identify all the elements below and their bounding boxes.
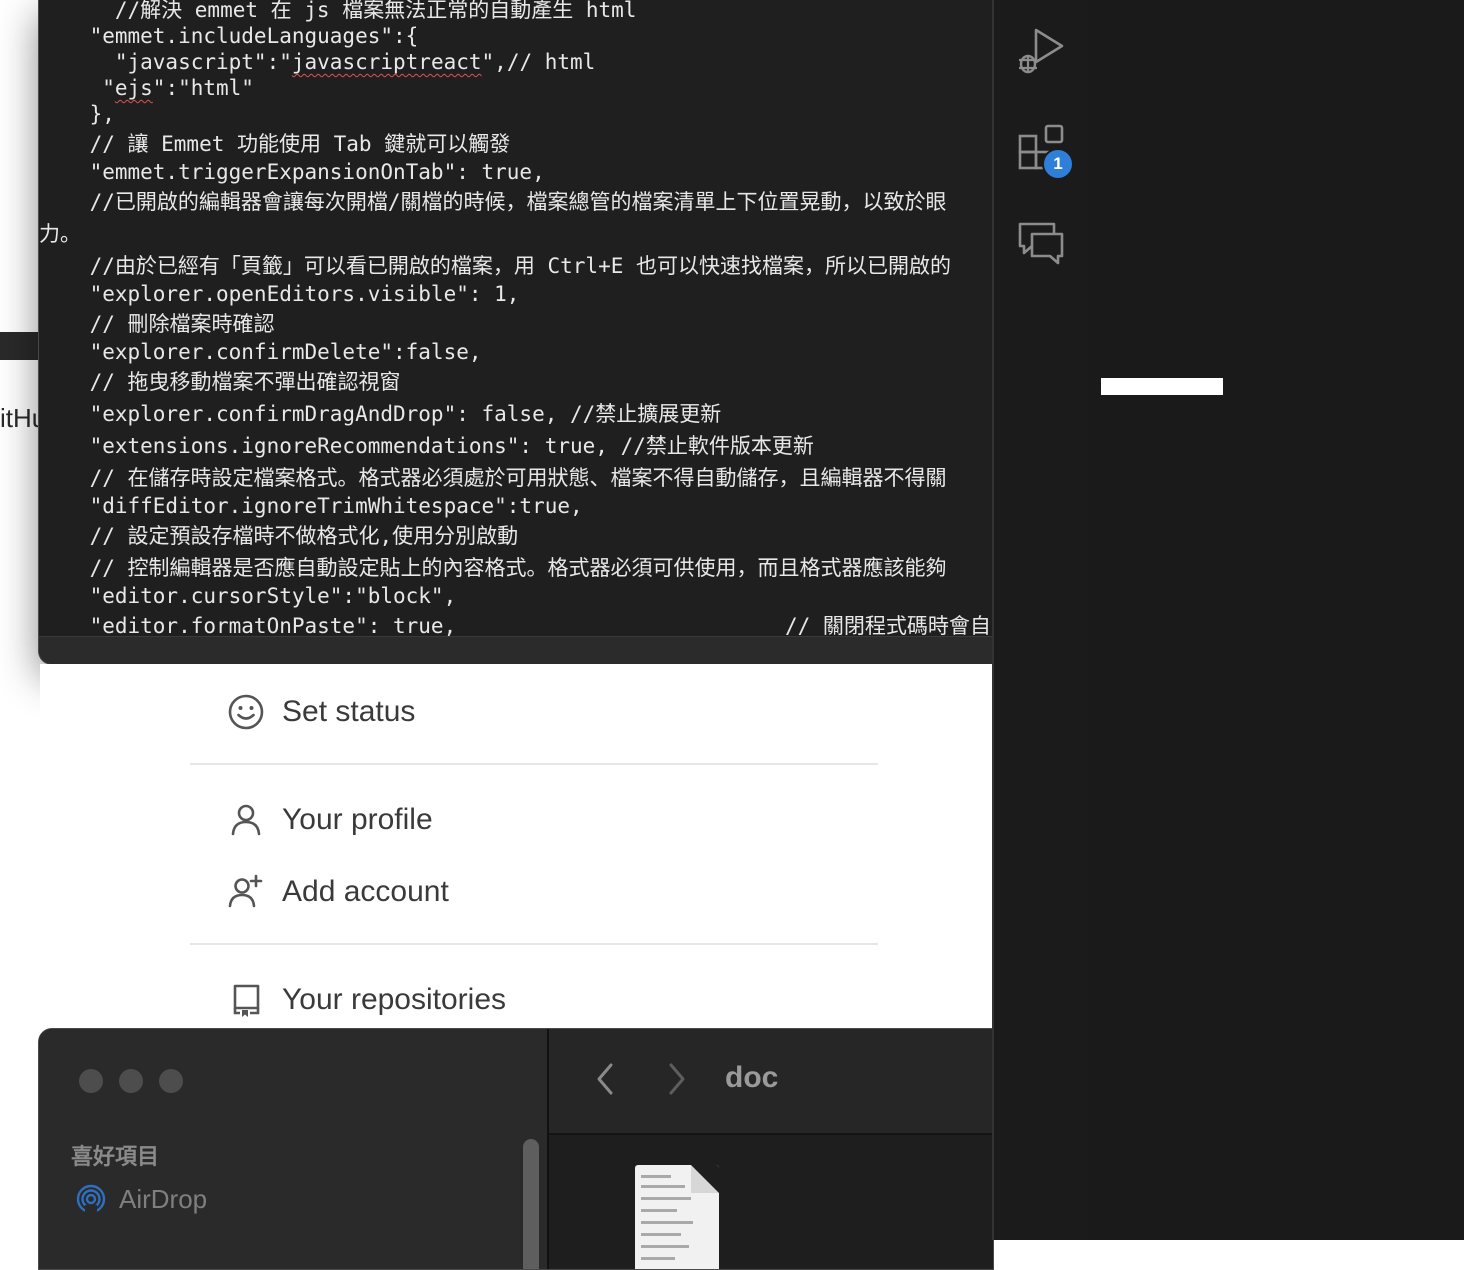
code-line: "explorer.confirmDragAndDrop": false, //… [39,402,722,426]
spelling-error-word: ejs [114,76,153,100]
side-panel [1088,0,1464,1240]
back-chevron-icon[interactable] [591,1059,621,1099]
folder-title: doc [725,1061,779,1094]
finder-content [549,1135,993,1269]
close-window-button[interactable] [79,1069,103,1093]
code-line: "ejs":"html" [39,76,254,100]
code-segment: "javascript":" [39,50,292,74]
airdrop-label: AirDrop [119,1183,208,1214]
code-line: "emmet.triggerExpansionOnTab": true, [39,160,545,184]
code-line: "emmet.includeLanguages":{ [39,24,419,48]
file-thumbnail[interactable] [635,1165,719,1269]
thumb-line [641,1175,671,1178]
code-line: 力。 [39,222,81,246]
github-account-menu: Set status Your profile Add account Your… [40,664,992,1028]
your-repositories-item[interactable]: Your repositories [226,980,506,1020]
code-line: // 設定預設存檔時不做格式化,使用分別啟動 [39,524,519,548]
code-line: // 在儲存時設定檔案格式。格式器必須處於可用狀態、檔案不得自動儲存，且編輯器不… [39,466,947,490]
highlight-bar [1101,378,1223,395]
code-line: "explorer.confirmDelete":false, [39,340,482,364]
code-line: "diffEditor.ignoreTrimWhitespace":true, [39,494,583,518]
thumb-line [641,1245,689,1248]
airdrop-icon [76,1184,106,1215]
sidebar-scrollbar[interactable] [523,1139,539,1269]
extensions-badge: 1 [1042,148,1074,180]
code-segment: ":"html" [152,76,254,100]
code-line: "extensions.ignoreRecommendations": true… [39,434,814,458]
menu-divider [190,763,878,765]
thumb-line [641,1185,685,1188]
thumb-line [641,1257,675,1260]
code-editor-window: //解決 emmet 在 js 檔案無法正常的自動產生 html "emmet.… [38,0,993,665]
code-line: //解決 emmet 在 js 檔案無法正常的自動產生 html [39,0,637,22]
repo-icon [233,984,260,1017]
set-status-item[interactable]: Set status [226,692,415,732]
code-segment: " [39,76,115,100]
zoom-window-button[interactable] [159,1069,183,1093]
set-status-label: Set status [282,695,416,728]
run-debug-icon[interactable] [1016,24,1068,76]
code-line: "javascript":"javascriptreact",// html [39,50,595,74]
thumb-line [641,1209,677,1212]
code-area[interactable]: //解決 emmet 在 js 檔案無法正常的自動產生 html "emmet.… [39,0,993,636]
minimize-window-button[interactable] [119,1069,143,1093]
your-repositories-label: Your repositories [282,983,507,1016]
add-account-label: Add account [282,875,449,908]
finder-window: 喜好項目 AirDrop doc [38,1028,994,1270]
menu-divider [190,943,878,945]
code-line: // 控制編輯器是否應自動設定貼上的內容格式。格式器必須可供使用，而且格式器應該… [39,556,947,580]
code-line: "editor.cursorStyle":"block", [39,584,457,608]
thumb-line [641,1197,691,1200]
smiley-icon [228,694,264,730]
your-profile-item[interactable]: Your profile [226,800,433,840]
sidebar-item-airdrop[interactable]: AirDrop [75,1183,207,1215]
code-line: //已開啟的編輯器會讓每次開檔/關檔的時候，檔案總管的檔案清單上下位置晃動，以致… [39,190,947,214]
code-line: }, [39,102,115,126]
activity-bar: 1 [992,0,1090,1240]
code-line: "explorer.openEditors.visible": 1, [39,282,520,306]
add-account-item[interactable]: Add account [226,872,449,912]
thumb-line [641,1221,693,1224]
person-icon [231,804,261,836]
spelling-error-word: javascriptreact [291,50,482,74]
background-window-strip [0,332,40,360]
code-line: // 刪除檔案時確認 [39,312,275,336]
code-line: // 讓 Emmet 功能使用 Tab 鍵就可以觸發 [39,132,511,156]
code-line: //由於已經有「頁籤」可以看已開啟的檔案，用 Ctrl+E 也可以快速找檔案，所… [39,254,951,278]
code-line: "editor.formatOnPaste": true, // 關閉程式碼時會… [39,614,991,636]
finder-toolbar: doc [549,1029,993,1135]
page-fold [691,1165,719,1193]
finder-sidebar: 喜好項目 AirDrop [39,1029,549,1269]
your-profile-label: Your profile [282,803,433,836]
thumb-line [641,1233,681,1236]
forward-chevron-icon[interactable] [661,1059,691,1099]
code-line: // 拖曳移動檔案不彈出確認視窗 [39,370,401,394]
editor-bottom-bar [39,636,993,664]
person-add-icon [228,874,263,908]
code-segment: ",// html [481,50,596,74]
favorites-header: 喜好項目 [71,1144,160,1169]
comments-icon[interactable] [1016,218,1068,270]
